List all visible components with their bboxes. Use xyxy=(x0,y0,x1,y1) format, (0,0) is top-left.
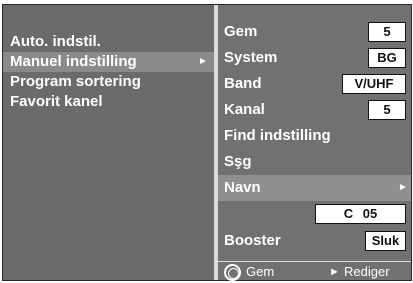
setting-row-name[interactable]: Navn ► xyxy=(218,175,411,201)
kanal-value-box[interactable]: 5 xyxy=(368,100,406,120)
edit-hint-label: Rediger xyxy=(344,264,390,279)
menu-item-label: Program sortering xyxy=(10,73,141,90)
setting-label: Band xyxy=(224,75,262,92)
booster-value-box[interactable]: Sluk xyxy=(365,231,406,251)
arrow-right-icon: ► xyxy=(198,56,208,67)
menu-item-label: Manuel indstilling xyxy=(10,53,137,70)
menu-panel: Auto. indstil. Manuel indstilling ► Prog… xyxy=(2,4,412,281)
right-menu: Gem 5 System BG Band V/UHF Kanal 5 Find … xyxy=(218,5,411,282)
setting-label: System xyxy=(224,49,278,66)
menu-item-favorite-channel[interactable]: Favorit kanel xyxy=(3,92,214,112)
setting-label: Kanal xyxy=(224,101,265,118)
menu-item-manual-tuning[interactable]: Manuel indstilling ► xyxy=(3,52,214,72)
arrow-right-icon: ► xyxy=(329,266,340,278)
setting-row-gem[interactable]: Gem 5 xyxy=(218,19,411,45)
setting-row-search[interactable]: Sşg xyxy=(218,149,411,175)
setting-label: Find indstilling xyxy=(224,127,331,144)
setting-label: Gem xyxy=(224,23,258,40)
left-menu: Auto. indstil. Manuel indstilling ► Prog… xyxy=(3,5,214,280)
system-value-box[interactable]: BG xyxy=(368,48,406,68)
setting-label: Navn xyxy=(224,179,261,196)
setting-row-system[interactable]: System BG xyxy=(218,45,411,71)
setting-row-kanal[interactable]: Kanal 5 xyxy=(218,97,411,123)
setting-row-band[interactable]: Band V/UHF xyxy=(218,71,411,97)
ok-button-icon xyxy=(224,264,241,281)
setting-row-find-tuning[interactable]: Find indstilling xyxy=(218,123,411,149)
gem-value-box[interactable]: 5 xyxy=(368,22,406,42)
setting-row-booster[interactable]: Booster Sluk xyxy=(218,228,411,254)
ok-hint-label: Gem xyxy=(246,264,275,279)
name-value-box[interactable]: C 05 xyxy=(315,204,406,224)
footer-hints: Gem ► Rediger xyxy=(218,262,411,282)
setting-label: Booster xyxy=(224,232,281,249)
arrow-right-icon: ► xyxy=(398,182,408,193)
menu-item-auto-tuning[interactable]: Auto. indstil. xyxy=(3,32,214,52)
menu-item-program-sort[interactable]: Program sortering xyxy=(3,72,214,92)
setting-label: Sşg xyxy=(224,153,252,170)
menu-item-label: Favorit kanel xyxy=(10,93,103,110)
menu-item-label: Auto. indstil. xyxy=(10,33,101,50)
band-value-box[interactable]: V/UHF xyxy=(342,74,406,94)
